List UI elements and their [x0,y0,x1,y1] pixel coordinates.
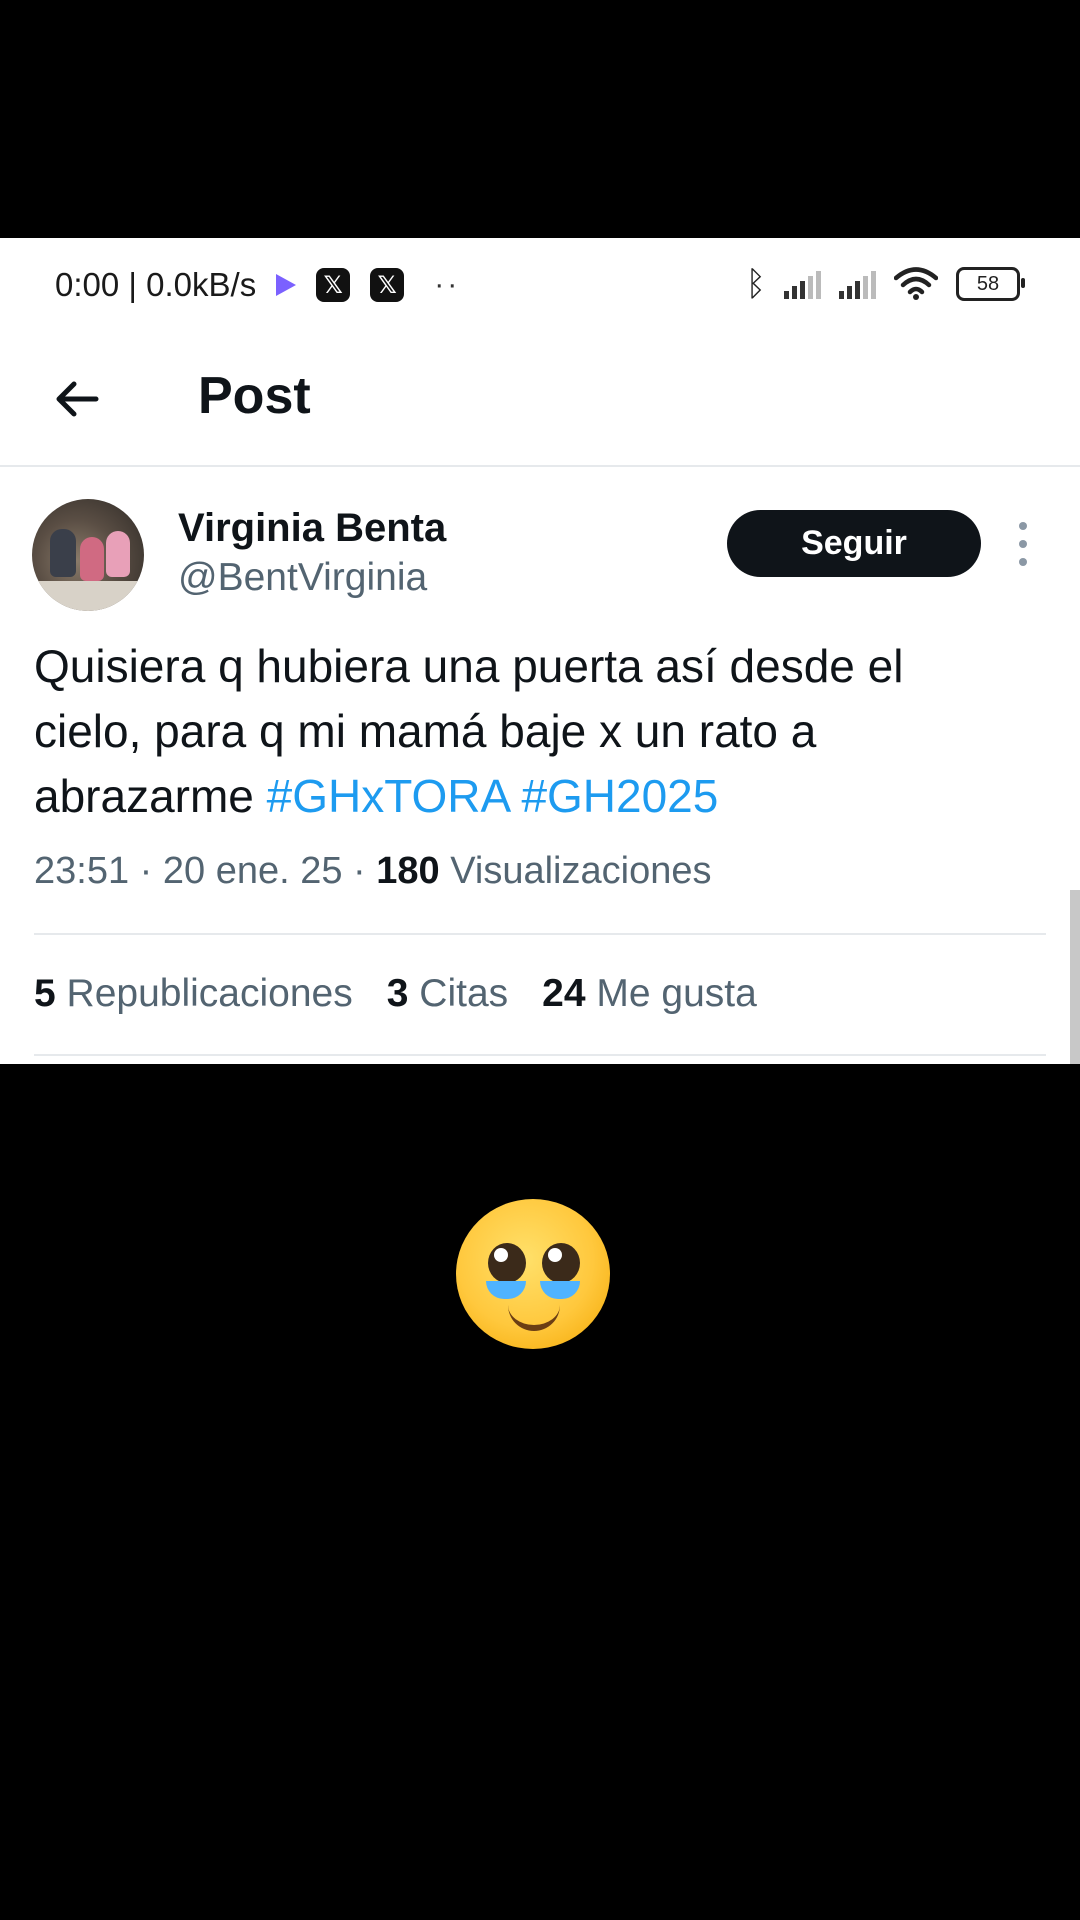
avatar[interactable] [32,499,144,611]
views-count: 180 [376,850,440,892]
bluetooth-icon: ᛒ [745,264,766,304]
engagement-stats: 5 Republicaciones 3 Citas 24 Me gusta [34,972,757,1016]
x-app-icon: 𝕏 [370,268,405,302]
tweet-date: 20 ene. 25 [162,850,343,892]
tweet-meta: 23:51 · 20 ene. 25 · 180 Visualizaciones [34,850,712,892]
status-left: 0:00 | 0.0kB/s 𝕏 𝕏 ·· [55,266,460,304]
likes-stat[interactable]: 24 Me gusta [542,972,757,1016]
status-right: ᛒ 58 [745,264,1025,304]
more-dots-icon: ·· [434,268,461,301]
divider [34,933,1046,935]
hashtag-link[interactable]: #GHxTORA [267,770,509,822]
time-speed: 0:00 | 0.0kB/s [55,266,257,303]
scrollbar[interactable] [1070,890,1080,1064]
battery-icon: 58 [956,267,1025,301]
reposts-stat[interactable]: 5 Republicaciones [34,972,353,1016]
hashtag-link[interactable]: #GH2025 [521,770,718,822]
play-store-icon [276,274,297,296]
tweet-text: Quisiera q hubiera una puerta así desde … [34,634,1014,829]
page-title: Post [198,367,311,425]
quotes-stat[interactable]: 3 Citas [387,972,508,1016]
views-label: Visualizaciones [450,850,712,892]
x-app-icon: 𝕏 [316,268,351,302]
back-arrow-icon[interactable] [52,374,102,424]
pleading-face-with-tears-icon [456,1199,610,1349]
status-bar: 0:00 | 0.0kB/s 𝕏 𝕏 ·· ᛒ 58 [0,238,1080,334]
top-app-bar: Post [0,334,1080,467]
follow-button[interactable]: Seguir [727,510,981,577]
signal-icon [784,269,821,299]
author-handle[interactable]: @BentVirginia [178,556,427,600]
wifi-icon [894,267,938,300]
signal-icon [839,269,876,299]
author-name[interactable]: Virginia Benta [178,506,446,551]
more-options-icon[interactable] [1016,522,1030,566]
divider [34,1054,1046,1056]
tweet-time: 23:51 [34,850,130,892]
post-card: 0:00 | 0.0kB/s 𝕏 𝕏 ·· ᛒ 58 Post Virginia… [0,238,1080,1064]
